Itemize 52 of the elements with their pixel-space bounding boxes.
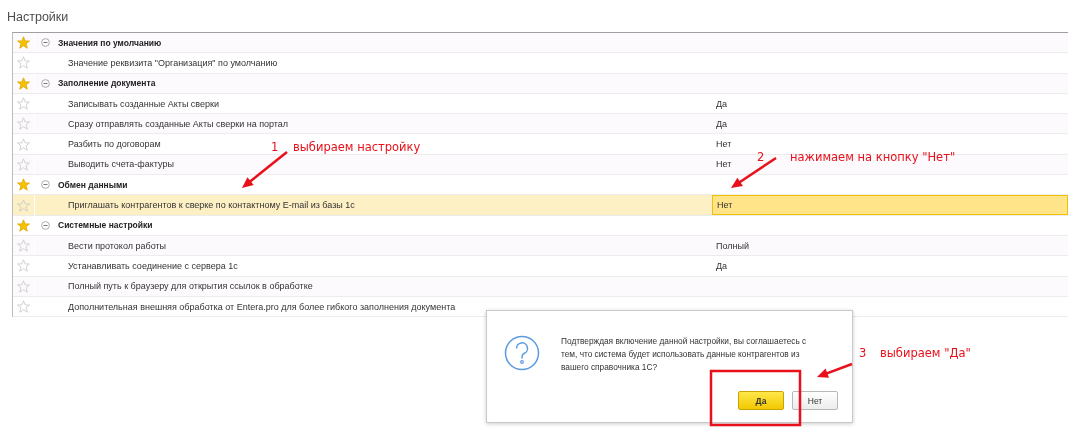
annotation-text: нажимаем на кнопку "Нет" — [790, 150, 956, 164]
collapse-icon[interactable] — [41, 180, 50, 190]
star-icon[interactable] — [17, 97, 30, 111]
yes-button[interactable]: Да — [738, 391, 784, 410]
setting-label[interactable]: Полный путь к браузеру для открытия ссылок в обработке — [68, 281, 313, 292]
setting-label[interactable]: Значение реквизита "Организация" по умолчанию — [68, 57, 278, 68]
star-icon[interactable] — [17, 76, 30, 90]
step-number: 3 — [859, 346, 867, 360]
setting-value[interactable]: Да — [716, 98, 728, 109]
collapse-icon[interactable] — [41, 38, 50, 48]
setting-label[interactable]: Записывать созданные Акты сверки — [68, 98, 219, 109]
setting-label[interactable]: Вести протокол работы — [68, 240, 167, 251]
star-icon[interactable] — [17, 178, 30, 192]
step-number: 2 — [757, 150, 765, 164]
annotation-text: выбираем настройку — [293, 140, 421, 154]
star-icon[interactable] — [17, 300, 30, 313]
star-icon[interactable] — [17, 279, 30, 293]
star-icon[interactable] — [17, 239, 30, 253]
setting-label[interactable]: Сразу отправлять созданные Акты сверки на портал — [68, 118, 289, 129]
group-label[interactable]: Значения по умолчанию — [58, 37, 162, 48]
star-icon[interactable] — [17, 36, 30, 50]
star-icon[interactable] — [17, 259, 30, 273]
step-number: 1 — [271, 140, 279, 154]
star-icon[interactable] — [17, 218, 30, 232]
dialog-message: Подтверждая включение данной настройки, вы соглашаетесь с тем, что система будет использовать данные контрагентов из вашего справочника 1С? — [561, 335, 808, 374]
setting-label[interactable]: Устанавливать соединение с сервера 1с — [68, 260, 238, 271]
setting-label[interactable]: Выводить счета-фактуры — [68, 159, 174, 170]
arrow — [242, 151, 288, 188]
setting-value[interactable]: Полный — [716, 240, 749, 251]
setting-value[interactable]: Нет — [717, 200, 733, 210]
question-icon — [504, 335, 540, 371]
star-icon[interactable] — [17, 137, 30, 151]
collapse-icon[interactable] — [41, 220, 50, 230]
setting-label[interactable]: Разбить по договорам — [68, 139, 161, 150]
star-icon[interactable] — [17, 117, 30, 131]
group-label[interactable]: Заполнение документа — [58, 78, 156, 89]
setting-value[interactable]: Нет — [716, 139, 732, 150]
page-title: Настройки — [6, 9, 70, 26]
setting-label[interactable]: Приглашать контрагентов к сверке по контактному E-mail из базы 1с — [68, 200, 355, 210]
setting-label[interactable]: Дополнительная внешняя обработка от Entera.pro для более гибкого заполнения документа — [68, 301, 456, 312]
star-icon[interactable] — [17, 157, 30, 171]
star-icon[interactable] — [17, 56, 30, 70]
no-button[interactable]: Нет — [792, 391, 838, 410]
collapse-icon[interactable] — [41, 78, 50, 88]
star-icon[interactable] — [17, 198, 30, 212]
setting-value[interactable]: Да — [716, 118, 728, 129]
setting-value[interactable]: Да — [716, 260, 728, 271]
setting-value[interactable]: Нет — [716, 159, 732, 170]
arrow — [817, 362, 853, 378]
group-label[interactable]: Системные настройки — [58, 220, 153, 231]
annotation-text: выбираем "Да" — [880, 346, 971, 360]
group-label[interactable]: Обмен данными — [58, 179, 128, 190]
